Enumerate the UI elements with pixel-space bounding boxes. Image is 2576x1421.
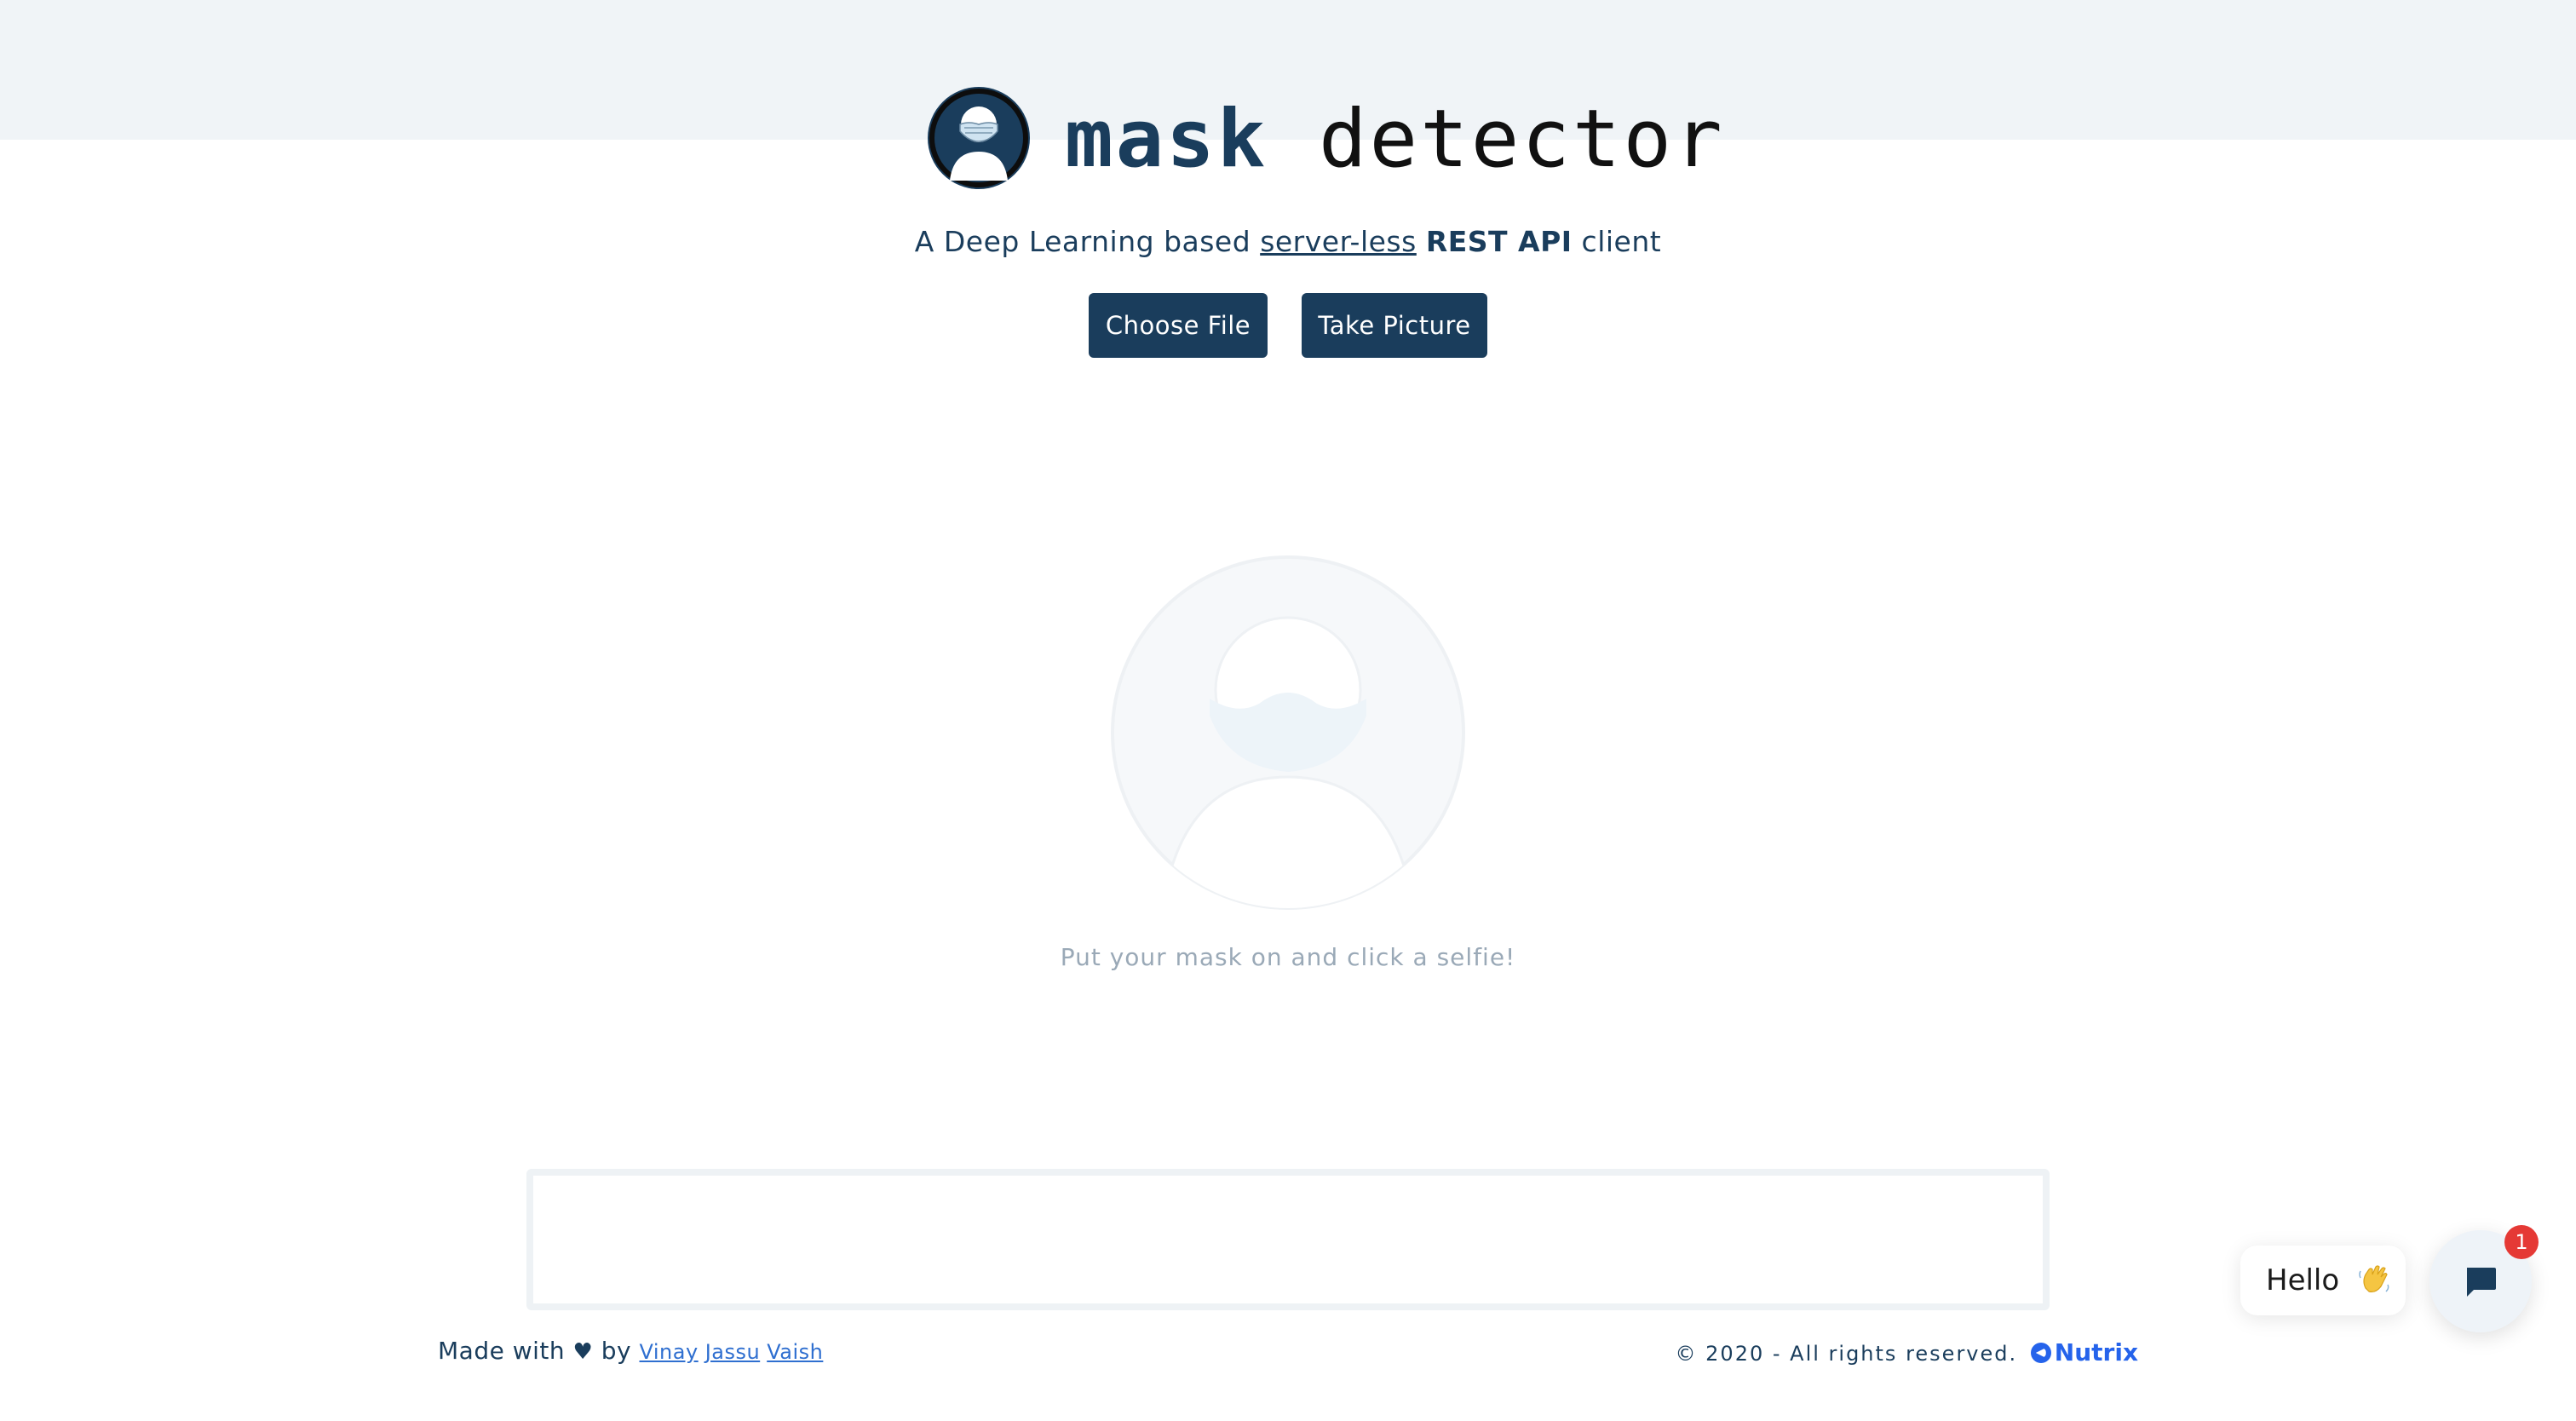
choose-file-button[interactable]: Choose File [1089, 293, 1268, 358]
selfie-hint: Put your mask on and click a selfie! [1060, 943, 1516, 971]
unread-badge: 1 [2504, 1225, 2539, 1259]
server-less-link[interactable]: server-less [1260, 225, 1417, 258]
greeting-text: Hello [2266, 1263, 2340, 1297]
footer-copyright: © 2020 - All rights reserved. Nutrix [1676, 1336, 2138, 1371]
result-box [526, 1169, 2050, 1310]
app-title: mask detector [1065, 87, 1725, 193]
subtitle: A Deep Learning based server-less REST A… [0, 221, 2576, 262]
title-part-detector: detector [1318, 93, 1725, 186]
subtitle-prefix: A Deep Learning based [914, 225, 1251, 258]
chat-bubble-icon [2467, 1268, 2496, 1297]
masked-person-icon [928, 87, 1030, 189]
made-with-text: Made with [438, 1337, 566, 1365]
copyright-text: © 2020 - All rights reserved. [1675, 1342, 2018, 1366]
header: mask detector [0, 85, 2576, 196]
nutrix-brand-link[interactable]: Nutrix [2030, 1336, 2138, 1370]
masked-person-placeholder-icon [1111, 555, 1465, 910]
nutrix-logo-icon [2030, 1343, 2051, 1363]
author-link-jassu[interactable]: Jassu [705, 1340, 761, 1364]
footer-credits: Made with ♥ by Vinay Jassu Vaish [438, 1334, 830, 1369]
brand-name: Nutrix [2054, 1338, 2138, 1366]
author-link-vaish[interactable]: Vaish [767, 1340, 823, 1364]
chat-greeting-bubble[interactable]: Hello [2240, 1246, 2406, 1315]
take-picture-button[interactable]: Take Picture [1302, 293, 1487, 358]
subtitle-suffix: client [1581, 225, 1662, 258]
subtitle-bold: REST API [1425, 225, 1573, 258]
waving-hand-icon [2359, 1265, 2389, 1292]
by-text: by [601, 1337, 632, 1365]
title-part-mask: mask [1065, 93, 1268, 186]
author-link-vinay[interactable]: Vinay [640, 1340, 699, 1364]
heart-icon: ♥ [572, 1339, 594, 1365]
